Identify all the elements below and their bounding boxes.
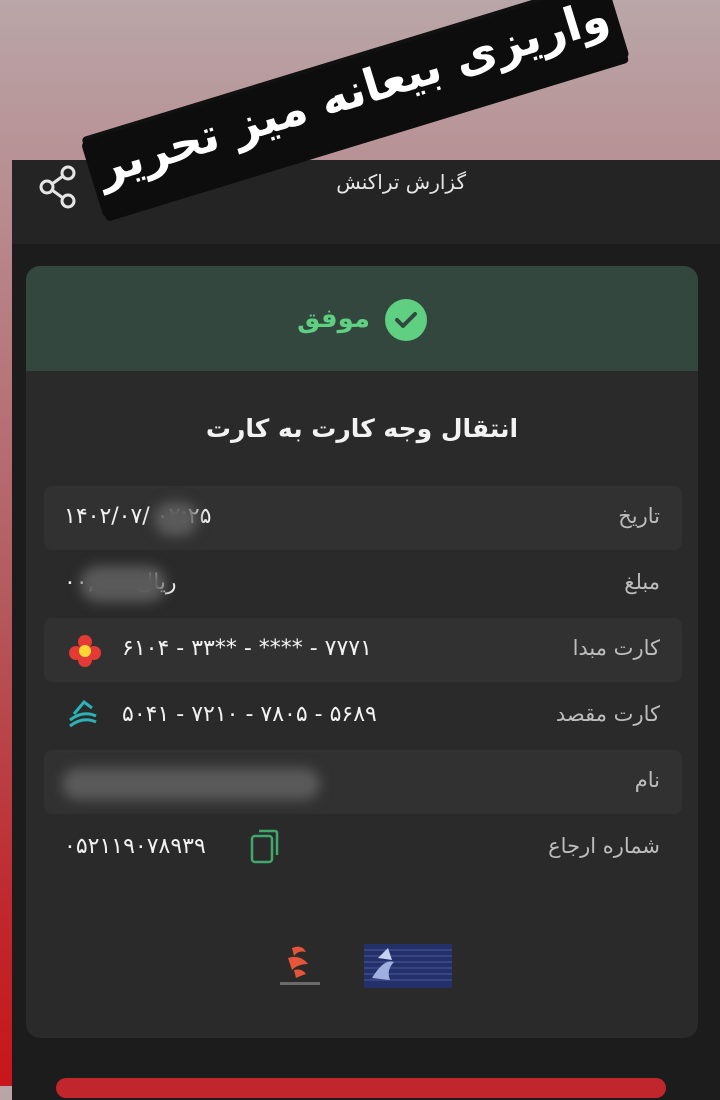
blurred-redaction (80, 566, 166, 602)
amount-row: مبلغ ۰۰,۰۰۰ ریال (44, 552, 682, 616)
transaction-screen: گزارش تراکنش موفق انتقال وجه کارت به کار… (12, 160, 720, 1100)
reference-label: شماره ارجاع (548, 834, 660, 858)
status-label: موفق (297, 304, 370, 334)
check-circle-icon (385, 299, 427, 341)
reference-value: ۰۵۲۱۱۹۰۷۸۹۳۹ (64, 834, 206, 859)
destination-card-label: کارت مقصد (555, 702, 660, 726)
amount-label: مبلغ (624, 570, 660, 594)
transaction-title: انتقال وجه کارت به کارت (205, 414, 519, 443)
shaparak-logo-icon (364, 944, 452, 988)
source-card-row: کارت مبدا ۶۱۰۴ - ۳۳** - **** - ۷۷۷۱ (44, 618, 682, 682)
source-card-value: ۶۱۰۴ - ۳۳** - **** - ۷۷۷۱ (122, 636, 372, 661)
destination-card-value: ۵۰۴۱ - ۷۲۱۰ - ۷۸۰۵ - ۵۶۸۹ (122, 702, 377, 727)
name-label: نام (634, 768, 660, 792)
destination-bank-logo-icon (69, 699, 97, 728)
source-bank-logo-icon (69, 635, 101, 667)
reference-row: شماره ارجاع ۰۵۲۱۱۹۰۷۸۹۳۹ (44, 816, 682, 880)
copy-icon[interactable] (250, 828, 280, 864)
share-icon[interactable] (38, 164, 78, 210)
receipt-card: موفق انتقال وجه کارت به کارت تاریخ ۱۴۰۲/… (26, 266, 698, 1038)
bottom-action-strip[interactable] (56, 1078, 666, 1098)
status-banner: موفق (26, 266, 698, 371)
blurred-redaction (154, 502, 198, 536)
page-title: گزارش تراکنش (336, 170, 466, 194)
blurred-name-redaction (62, 768, 320, 800)
date-row: تاریخ ۱۴۰۲/۰۷/ ۰۲:۲۵ (44, 486, 682, 550)
date-label: تاریخ (618, 504, 660, 528)
source-card-label: کارت مبدا (572, 636, 660, 660)
bank-emblem-logo-icon (280, 946, 320, 985)
name-row: نام (44, 750, 682, 814)
destination-card-row: کارت مقصد ۵۰۴۱ - ۷۲۱۰ - ۷۸۰۵ - ۵۶۸۹ (44, 684, 682, 748)
